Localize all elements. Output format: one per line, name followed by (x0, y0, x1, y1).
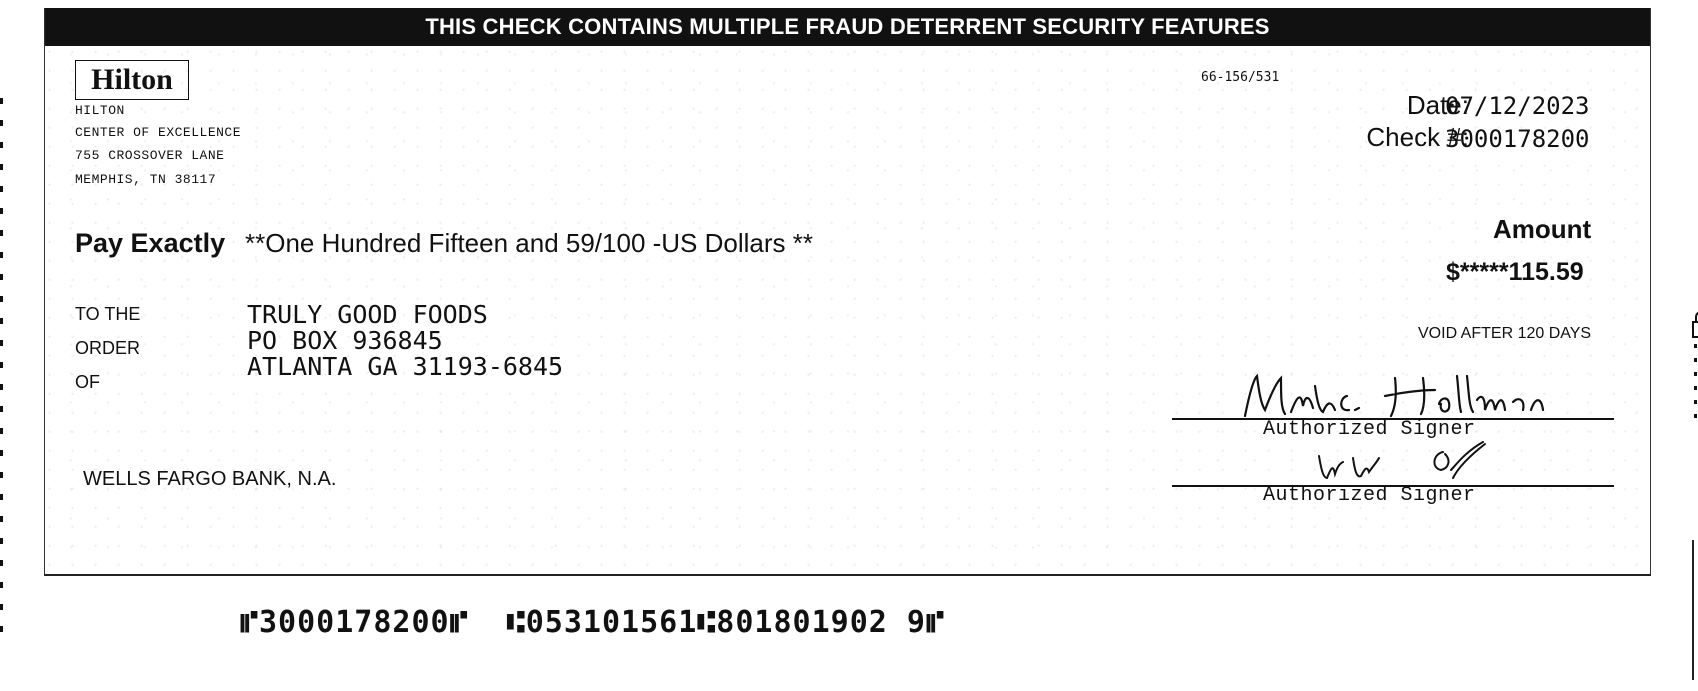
payer-address-line: MEMPHIS, TN 38117 (75, 172, 217, 187)
amount-label: Amount (1493, 214, 1592, 244)
payer-logo: Hilton (75, 60, 189, 100)
to-the-order-of-label: ORDER (75, 338, 141, 358)
check-number-value: 3000178200 (1445, 125, 1590, 153)
page-edge-line (1692, 540, 1694, 680)
payer-address-line: 755 CROSSOVER LANE (75, 148, 225, 163)
check-document: THIS CHECK CONTAINS MULTIPLE FRAUD DETER… (44, 8, 1698, 576)
pay-exactly-label: Pay Exactly (75, 228, 226, 258)
signer-caption: Authorized Signer (1263, 484, 1476, 507)
micr-line: ⑈3000178200⑈ ⑆053101561⑆801801902 9⑈ (240, 605, 945, 640)
bank-name: WELLS FARGO BANK, N.A. (83, 468, 337, 490)
signature-2 (1318, 441, 1486, 480)
void-notice: VOID AFTER 120 DAYS (1418, 325, 1592, 342)
security-banner: THIS CHECK CONTAINS MULTIPLE FRAUD DETER… (45, 8, 1650, 46)
payer-address-line: CENTER OF EXCELLENCE (75, 125, 242, 140)
amount-value: $*****115.59 (1446, 258, 1584, 286)
payer-name: HILTON (75, 103, 125, 118)
to-the-order-of-label: OF (75, 372, 100, 392)
signature-1 (1243, 373, 1545, 418)
routing-fraction: 66-156/531 (1201, 70, 1280, 85)
page-edge-marks (0, 98, 3, 638)
payee-line: TRULY GOOD FOODS (247, 300, 488, 329)
amount-in-words: **One Hundred Fifteen and 59/100 -US Dol… (245, 228, 813, 258)
payee-line: ATLANTA GA 31193-6845 (247, 352, 564, 381)
lock-icon (1692, 311, 1698, 338)
date-value: 07/12/2023 (1445, 92, 1590, 120)
perforation-marks (1694, 330, 1697, 420)
to-the-order-of-label: TO THE (75, 304, 141, 324)
payee-line: PO BOX 936845 (247, 326, 443, 355)
